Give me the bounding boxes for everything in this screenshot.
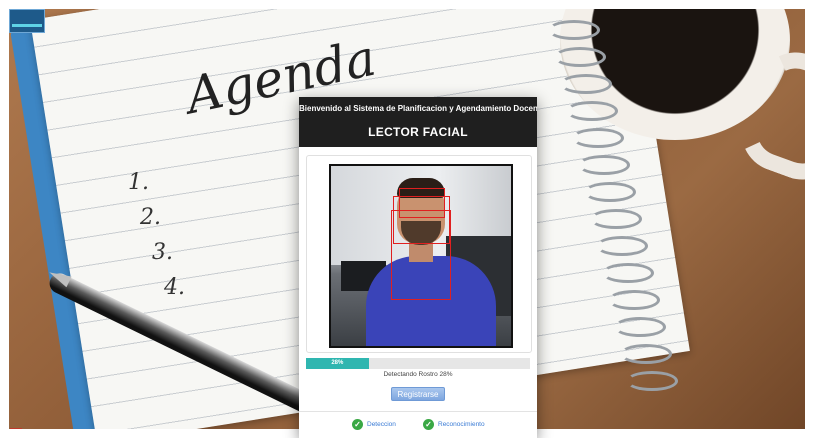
list-number: 3. [152, 240, 173, 265]
header-subtitle: LECTOR FACIAL [368, 125, 468, 139]
spiral-ring [626, 371, 678, 391]
spiral-ring [608, 290, 660, 310]
spiral-ring [596, 236, 648, 256]
step-detection-label: Deteccion [367, 421, 396, 428]
face-detection-box [391, 210, 451, 300]
register-button[interactable]: Registrarse [391, 387, 445, 401]
spiral-ring [554, 47, 606, 67]
spiral-ring [578, 155, 630, 175]
detection-progress-fill: 28% [306, 358, 369, 369]
spiral-ring [566, 101, 618, 121]
spiral-ring [620, 344, 672, 364]
language-flag-icon[interactable] [10, 428, 22, 436]
detection-progress-bar: 28% [306, 358, 530, 369]
panel-divider [299, 411, 537, 412]
spiral-ring [560, 74, 612, 94]
header-title: Bienvenido al Sistema de Planificacion y… [299, 104, 537, 113]
check-circle-icon: ✓ [352, 419, 363, 430]
step-detection: ✓ Deteccion [352, 419, 396, 430]
list-number: 1. [128, 170, 149, 195]
notebook-spiral [548, 0, 678, 430]
list-number: 2. [140, 205, 161, 230]
panel-header: Bienvenido al Sistema de Planificacion y… [299, 97, 537, 147]
step-recognition: ✓ Reconocimiento [423, 419, 485, 430]
detection-status-text: Detectando Rostro 28% [383, 371, 453, 378]
face-reader-panel: Bienvenido al Sistema de Planificacion y… [299, 97, 537, 438]
camera-frame-container [306, 155, 532, 353]
spiral-ring [590, 209, 642, 229]
step-recognition-label: Reconocimiento [438, 421, 485, 428]
corner-thumbnail[interactable] [9, 9, 45, 33]
camera-video-feed [329, 164, 513, 348]
spiral-ring [602, 263, 654, 283]
spiral-ring [614, 317, 666, 337]
spiral-ring [572, 128, 624, 148]
spiral-ring [584, 182, 636, 202]
check-circle-icon: ✓ [423, 419, 434, 430]
spiral-ring [548, 20, 600, 40]
list-number: 4. [164, 275, 185, 300]
